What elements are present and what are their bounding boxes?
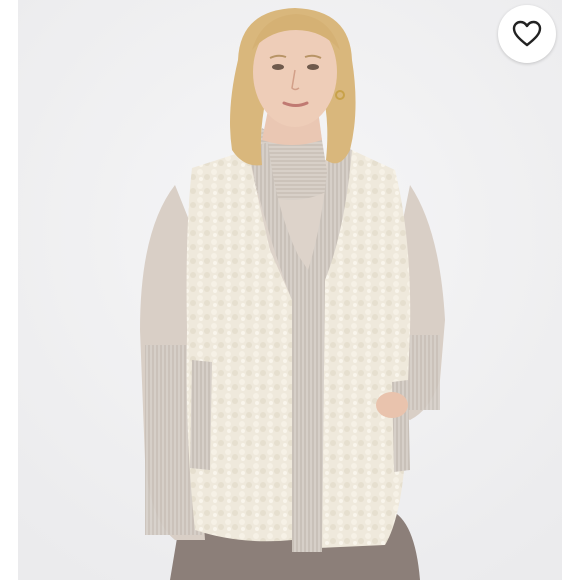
product-photo-illustration — [0, 0, 580, 580]
listing-photo-frame — [0, 0, 580, 580]
left-pocket-trim — [190, 360, 212, 470]
heart-outline-icon — [512, 20, 542, 47]
favorite-button[interactable] — [498, 5, 556, 63]
product-photo[interactable] — [0, 0, 580, 580]
hand — [376, 392, 408, 418]
